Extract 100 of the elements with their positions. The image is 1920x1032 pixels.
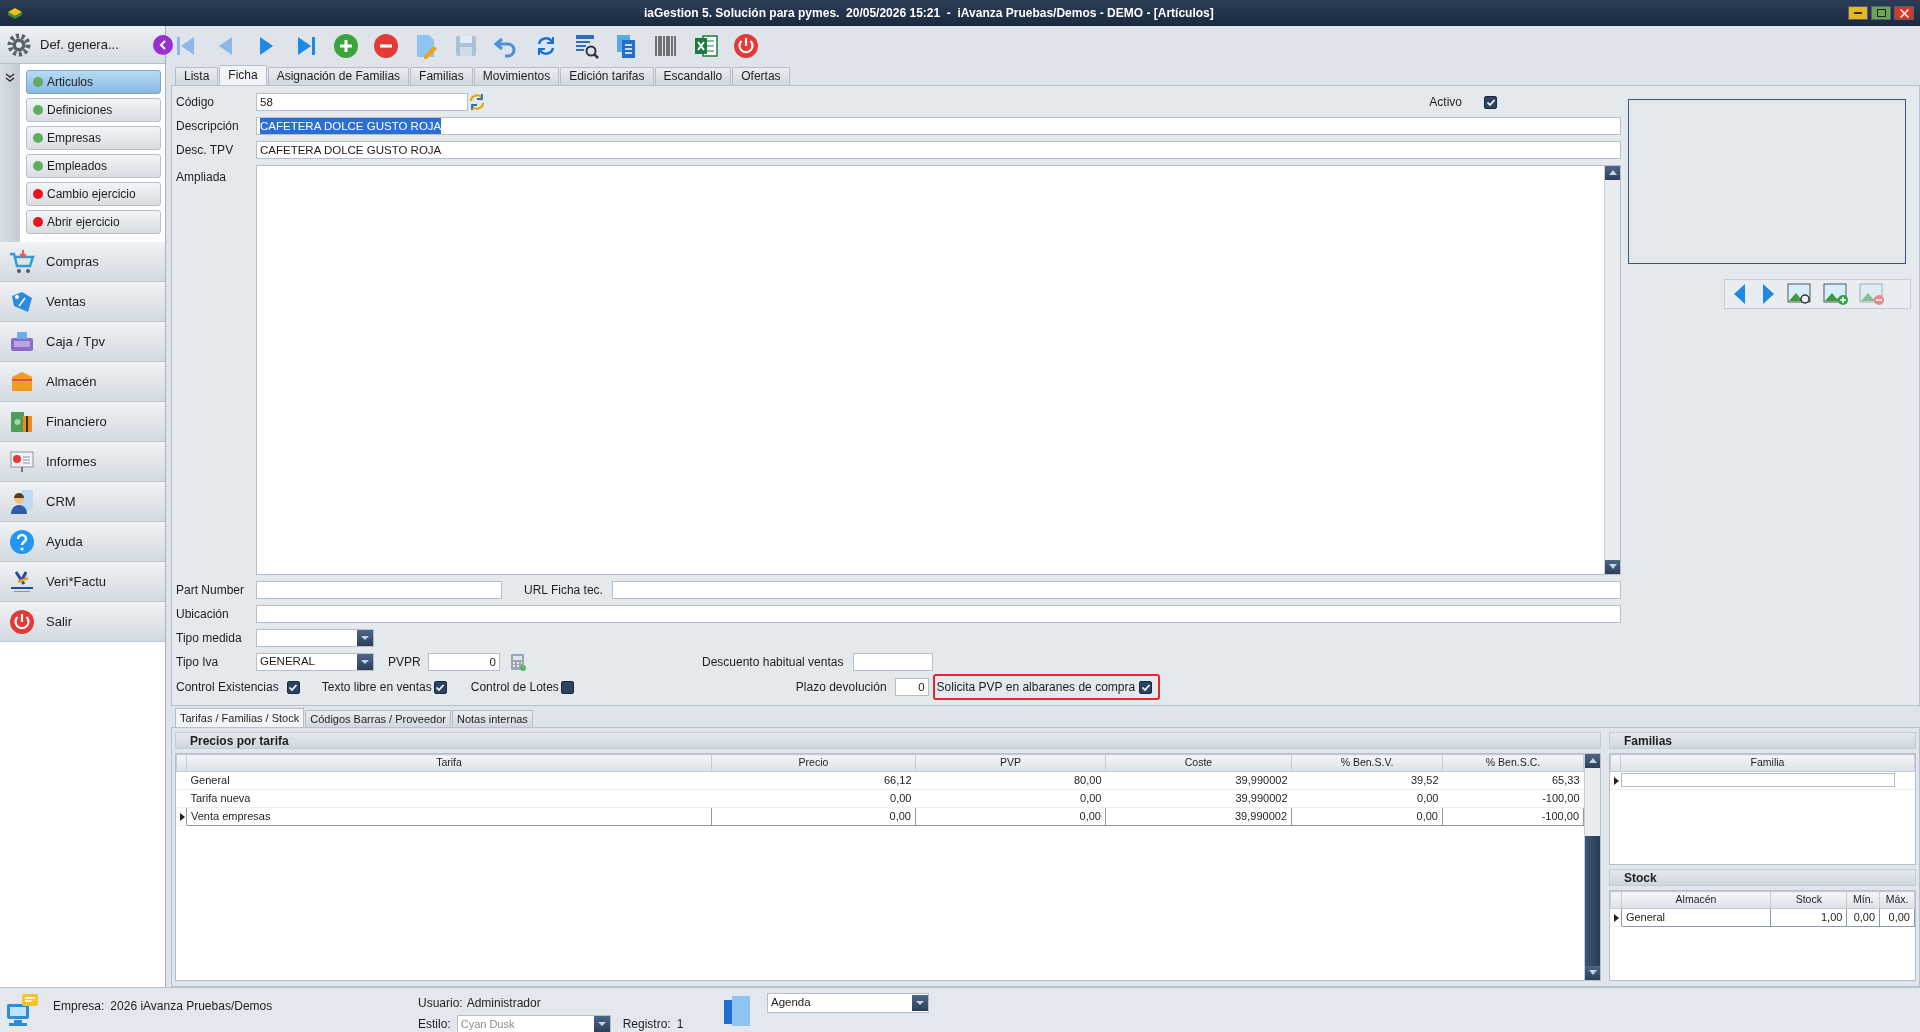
row-pointer-icon (178, 813, 185, 822)
dropdown-field[interactable] (256, 629, 374, 647)
person-icon (8, 487, 36, 516)
tab[interactable]: Ofertas (732, 67, 790, 85)
tab[interactable]: Asignación de Familias (267, 67, 410, 85)
checkbox[interactable] (1139, 680, 1153, 694)
dropdown-field[interactable]: GENERAL (256, 653, 374, 671)
tab[interactable]: Notas internas (451, 710, 533, 727)
column-header: Stock (1770, 891, 1847, 909)
status-label: Usuario: (418, 995, 463, 1012)
field-label: Solicita PVP en albaranes de compra (936, 679, 1136, 696)
caret-icon (915, 1000, 925, 1006)
caret-icon (360, 659, 370, 665)
calculator-icon[interactable] (510, 653, 526, 671)
module-button[interactable]: Salir (0, 602, 165, 642)
sidebar-item[interactable]: Cambio ejercicio (26, 182, 161, 206)
sidebar-item[interactable]: Empresas (26, 126, 161, 150)
module-button[interactable]: Caja / Tpv (0, 322, 165, 362)
scroll-down-button[interactable] (1605, 560, 1620, 574)
number-field[interactable]: 0 (894, 678, 929, 696)
power-icon[interactable] (732, 32, 760, 60)
text-field[interactable]: CAFETERA DOLCE GUSTO ROJA (256, 141, 1621, 159)
tab[interactable]: Lista (175, 67, 219, 85)
status-value: Administrador (466, 995, 541, 1012)
tab[interactable]: Familias (410, 67, 473, 85)
checkbox[interactable] (1484, 95, 1497, 109)
scrollbar-thumb[interactable] (1585, 836, 1600, 966)
add-image-icon[interactable] (1823, 282, 1849, 306)
scrollbar[interactable] (1604, 166, 1620, 574)
module-button[interactable]: Ventas (0, 282, 165, 322)
scroll-up-button[interactable] (1605, 166, 1620, 180)
window-title: iaGestion 5. Solución para pymes. 20/05/2026 15:21 - iAvanza Pruebas/Demos - DEMO - [Artículos] (644, 5, 1214, 22)
column-header: PVP (915, 754, 1106, 772)
table-cell: 0,00 (915, 789, 1106, 808)
sidebar-item[interactable]: Empleados (26, 154, 161, 178)
maximize-button[interactable] (1871, 6, 1891, 20)
double-chevron-down-icon[interactable] (5, 72, 15, 83)
table-cell: 1,00 (1770, 908, 1847, 927)
checkbox[interactable] (433, 680, 447, 694)
minimize-button[interactable] (1848, 6, 1868, 20)
tab[interactable]: Escandallo (654, 67, 732, 85)
close-button[interactable] (1894, 6, 1914, 20)
tab[interactable]: Códigos Barras / Proveedor (305, 710, 451, 727)
chevron-left-icon (158, 39, 168, 50)
field-label: Tipo medida (176, 630, 243, 647)
delete-icon[interactable] (372, 32, 400, 60)
section-title: Precios por tarifa (175, 732, 1601, 749)
table-cell[interactable] (1620, 773, 1895, 788)
module-button[interactable]: Compras (0, 242, 165, 282)
text-field[interactable] (853, 653, 934, 671)
text-field[interactable] (256, 605, 1621, 623)
spreadsheet-icon[interactable] (692, 32, 720, 60)
tab[interactable]: Ficha (219, 65, 267, 85)
refresh-icon[interactable] (532, 32, 560, 60)
scrollbar[interactable] (1584, 754, 1600, 980)
table-cell: -100,00 (1442, 807, 1584, 826)
tab[interactable]: Movimientos (473, 67, 560, 85)
help-icon (8, 527, 36, 556)
view-image-icon[interactable] (1787, 282, 1813, 306)
field-label: Descripción (176, 118, 240, 135)
module-button[interactable]: Informes (0, 442, 165, 482)
table-cell: 80,00 (915, 771, 1106, 790)
sidebar-title: Def. genera... (40, 35, 119, 54)
module-button[interactable]: Veri*Factu (0, 562, 165, 602)
description-field[interactable]: CAFETERA DOLCE GUSTO ROJA (256, 117, 1621, 135)
close-icon (1899, 8, 1909, 18)
module-button[interactable]: Almacén (0, 362, 165, 402)
checkbox[interactable] (286, 680, 300, 694)
help-desk-icon (5, 992, 41, 1028)
text-field[interactable] (612, 581, 1621, 599)
table-cell: 0,00 (1879, 908, 1915, 927)
tab[interactable]: Edición tarifas (560, 67, 654, 85)
table-cell: 0,00 (915, 807, 1106, 826)
table-cell: 0,00 (1291, 789, 1443, 808)
sync-icon[interactable] (468, 93, 486, 111)
number-field[interactable]: 0 (428, 653, 500, 671)
maximize-icon (1876, 9, 1886, 17)
scroll-down-button[interactable] (1585, 966, 1600, 980)
table-cell: 39,990002 (1105, 771, 1292, 790)
module-button[interactable]: Financiero (0, 402, 165, 442)
status-label: Empresa: (53, 998, 105, 1015)
dropdown-field[interactable]: Agenda (767, 993, 929, 1013)
sidebar-item[interactable]: Articulos (26, 70, 161, 94)
field-label: PVPR (388, 654, 422, 671)
add-icon[interactable] (332, 32, 360, 60)
table-cell: Venta empresas (186, 807, 712, 826)
code-field[interactable]: 58 (256, 93, 468, 111)
checkbox[interactable] (560, 680, 574, 694)
module-button[interactable]: CRM (0, 482, 165, 522)
module-button[interactable]: Ayuda (0, 522, 165, 562)
status-value: 1 (676, 1016, 684, 1032)
scroll-up-button[interactable] (1585, 754, 1600, 768)
column-header: % Ben.S.V. (1291, 754, 1443, 772)
field-label: Código (176, 94, 216, 111)
collapse-button[interactable] (153, 34, 173, 55)
sidebar-item[interactable]: Abrir ejercicio (26, 210, 161, 234)
remove-image-icon[interactable] (1859, 282, 1885, 306)
text-field[interactable] (256, 581, 502, 599)
sidebar-item[interactable]: Definiciones (26, 98, 161, 122)
tab[interactable]: Tarifas / Familias / Stock (175, 708, 305, 727)
